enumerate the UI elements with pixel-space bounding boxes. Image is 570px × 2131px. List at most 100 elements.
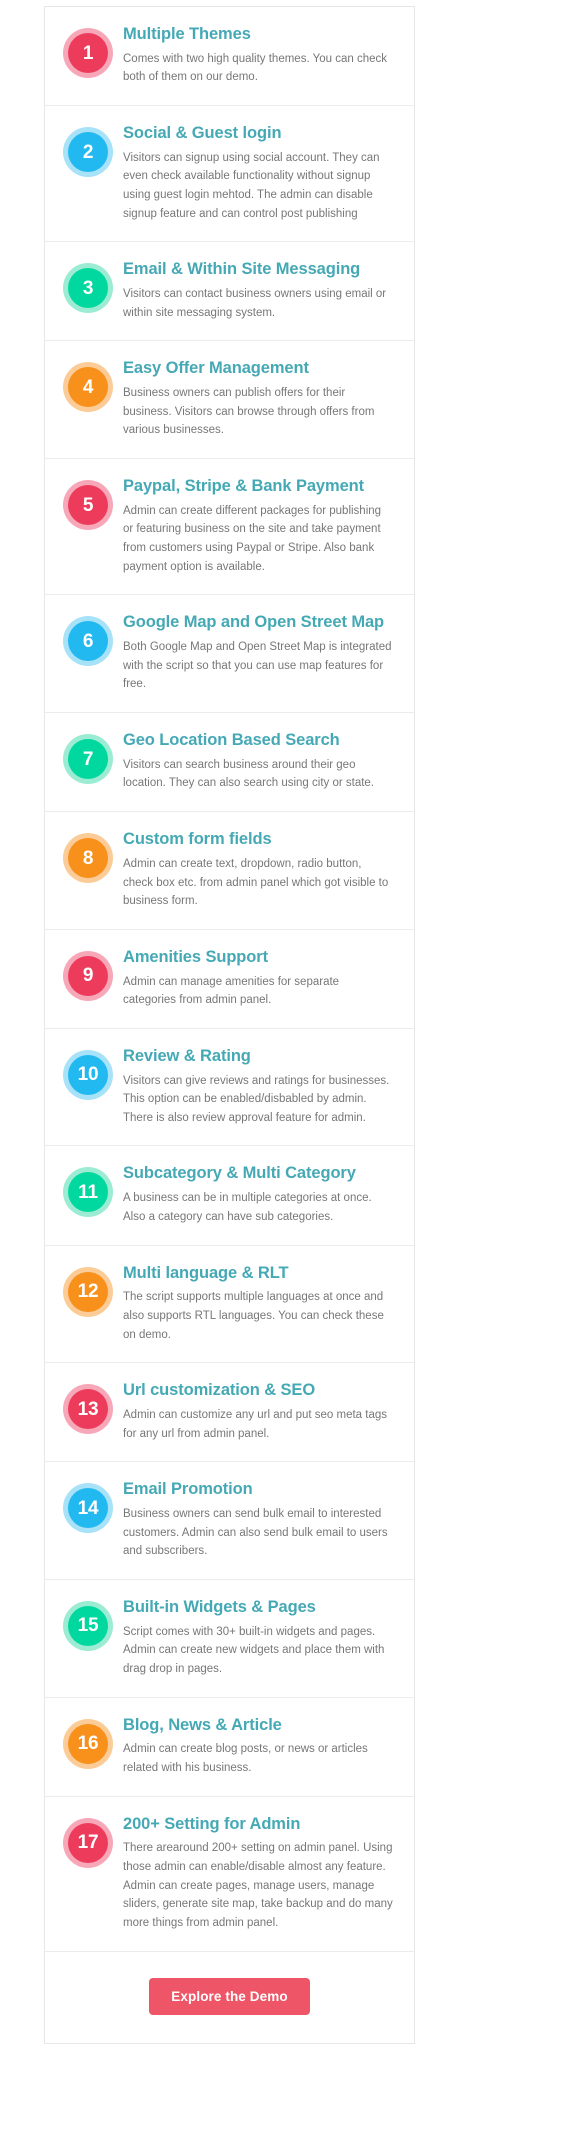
feature-title: Built-in Widgets & Pages bbox=[123, 1597, 316, 1616]
feature-description: Admin can customize any url and put seo … bbox=[123, 1408, 388, 1440]
feature-number-badge: 5 bbox=[68, 485, 108, 526]
feature-row: 3 Email & Within Site Messaging Visitors c… bbox=[45, 242, 414, 342]
feature-title: Amenities Support bbox=[123, 947, 268, 966]
feature-row: 10 Review & Rating Visitors can give revie… bbox=[45, 1028, 414, 1147]
feature-body: Subcategory & Multi Category A business c… bbox=[119, 1164, 400, 1226]
feature-title: Custom form fields bbox=[123, 830, 272, 849]
feature-title: Google Map and Open Street Map bbox=[123, 613, 385, 632]
feature-number-badge: 4 bbox=[68, 367, 108, 408]
feature-body: Email Promotion Business owners can send … bbox=[119, 1480, 400, 1561]
feature-body: Built-in Widgets & Pages Script comes wit… bbox=[119, 1598, 400, 1679]
feature-row: 17 200+ Setting for Admin There arearound … bbox=[45, 1796, 414, 1952]
feature-body: Custom form fields Admin can create text,… bbox=[119, 830, 400, 911]
feature-body: Multi language & RLT The script supports … bbox=[119, 1264, 400, 1345]
feature-description: Visitors can search business around thei… bbox=[123, 758, 375, 790]
feature-body: 200+ Setting for Admin There arearound 20… bbox=[119, 1815, 400, 1933]
feature-number-badge: 3 bbox=[68, 268, 108, 309]
feature-number-badge: 17 bbox=[68, 1822, 108, 1863]
feature-row: 12 Multi language & RLT The script support… bbox=[45, 1245, 414, 1364]
feature-description: Script comes with 30+ built-in widgets a… bbox=[123, 1625, 385, 1675]
feature-row: 14 Email Promotion Business owners can sen… bbox=[45, 1462, 414, 1580]
feature-body: Paypal, Stripe & Bank Payment Admin can c… bbox=[119, 477, 400, 576]
feature-body: Geo Location Based Search Visitors can se… bbox=[119, 731, 400, 793]
feature-number-badge: 13 bbox=[68, 1389, 108, 1430]
feature-body: Social & Guest login Visitors can signup … bbox=[119, 124, 400, 223]
feature-number-badge-wrap: 12 bbox=[57, 1264, 119, 1312]
feature-title: Multiple Themes bbox=[123, 25, 251, 43]
feature-body: Amenities Support Admin can manage amenit… bbox=[119, 948, 400, 1010]
explore-demo-button[interactable]: Explore the Demo bbox=[149, 1977, 310, 2015]
feature-number-badge-wrap: 14 bbox=[57, 1480, 119, 1529]
feature-title: Paypal, Stripe & Bank Payment bbox=[123, 477, 365, 496]
feature-number-badge: 1 bbox=[68, 33, 108, 73]
feature-title: Url customization & SEO bbox=[123, 1381, 316, 1400]
feature-title: Easy Offer Management bbox=[123, 359, 309, 378]
page-root: 1 Multiple Themes Comes with two high qual… bbox=[0, 0, 570, 2131]
feature-row: 16 Blog, News & Article Admin can create b… bbox=[45, 1697, 414, 1797]
feature-number-badge-wrap: 16 bbox=[57, 1716, 119, 1764]
feature-description: Admin can create blog posts, or news or … bbox=[123, 1743, 368, 1774]
feature-description: The script supports multiple languages a… bbox=[123, 1291, 384, 1341]
feature-title: Review & Rating bbox=[123, 1046, 251, 1065]
feature-description: There arearound 200+ setting on admin pa… bbox=[123, 1842, 393, 1929]
feature-number-badge-wrap: 4 bbox=[57, 359, 119, 408]
feature-number-badge-wrap: 5 bbox=[57, 477, 119, 526]
feature-number-badge-wrap: 3 bbox=[57, 260, 119, 309]
feature-number-badge: 7 bbox=[68, 739, 108, 780]
feature-description: Visitors can give reviews and ratings fo… bbox=[123, 1074, 390, 1124]
feature-description: A business can be in multiple categories… bbox=[123, 1192, 372, 1223]
feature-number-badge: 15 bbox=[68, 1605, 108, 1646]
feature-body: Email & Within Site Messaging Visitors ca… bbox=[119, 260, 400, 322]
feature-number-badge-wrap: 13 bbox=[57, 1381, 119, 1430]
feature-number-badge-wrap: 7 bbox=[57, 731, 119, 780]
feature-title: Email Promotion bbox=[123, 1480, 253, 1499]
feature-number-badge: 12 bbox=[68, 1271, 108, 1312]
feature-number-badge-wrap: 6 bbox=[57, 613, 119, 662]
feature-number-badge: 16 bbox=[68, 1723, 108, 1764]
feature-body: Multiple Themes Comes with two high quali… bbox=[119, 25, 400, 87]
feature-rows-container: 1 Multiple Themes Comes with two high qual… bbox=[45, 7, 414, 1952]
feature-row: 4 Easy Offer Management Business owners ca… bbox=[45, 341, 414, 460]
feature-row: 13 Url customization & SEO Admin can custo… bbox=[45, 1363, 414, 1463]
feature-title: Blog, News & Article bbox=[123, 1715, 282, 1734]
feature-list-panel: 1 Multiple Themes Comes with two high qual… bbox=[44, 6, 415, 2044]
feature-title: 200+ Setting for Admin bbox=[123, 1814, 301, 1833]
cta-row: Explore the Demo bbox=[45, 1951, 414, 2043]
feature-body: Url customization & SEO Admin can customi… bbox=[119, 1381, 400, 1443]
feature-number-badge-wrap: 9 bbox=[57, 948, 119, 996]
feature-row: 6 Google Map and Open Street Map Both Goog… bbox=[45, 595, 414, 714]
feature-description: Admin can manage amenities for separate … bbox=[123, 975, 340, 1007]
feature-number-badge: 8 bbox=[68, 838, 108, 879]
feature-description: Comes with two high quality themes. You … bbox=[123, 52, 388, 84]
feature-row: 11 Subcategory & Multi Category A business… bbox=[45, 1146, 414, 1246]
feature-number-badge-wrap: 11 bbox=[57, 1164, 119, 1213]
feature-title: Email & Within Site Messaging bbox=[123, 260, 361, 279]
feature-title: Geo Location Based Search bbox=[123, 731, 340, 750]
feature-number-badge-wrap: 17 bbox=[57, 1815, 119, 1863]
feature-number-badge: 2 bbox=[68, 132, 108, 173]
feature-number-badge: 14 bbox=[68, 1488, 108, 1529]
feature-number-badge: 11 bbox=[68, 1172, 108, 1213]
feature-number-badge: 9 bbox=[68, 955, 108, 996]
feature-title: Multi language & RLT bbox=[123, 1263, 289, 1282]
feature-title: Subcategory & Multi Category bbox=[123, 1164, 356, 1183]
feature-row: 1 Multiple Themes Comes with two high qual… bbox=[45, 7, 414, 107]
feature-description: Admin can create text, dropdown, radio b… bbox=[123, 857, 389, 908]
feature-body: Google Map and Open Street Map Both Googl… bbox=[119, 613, 400, 694]
feature-number-badge: 6 bbox=[68, 621, 108, 662]
feature-number-badge: 10 bbox=[68, 1054, 108, 1095]
feature-description: Visitors can contact business owners usi… bbox=[123, 288, 387, 319]
feature-body: Review & Rating Visitors can give reviews… bbox=[119, 1047, 400, 1128]
feature-body: Blog, News & Article Admin can create blo… bbox=[119, 1716, 400, 1778]
feature-body: Easy Offer Management Business owners can… bbox=[119, 359, 400, 440]
feature-number-badge-wrap: 8 bbox=[57, 830, 119, 879]
feature-description: Admin can create different packages for … bbox=[123, 504, 382, 573]
feature-description: Business owners can publish offers for t… bbox=[123, 387, 375, 437]
feature-row: 7 Geo Location Based Search Visitors can s… bbox=[45, 713, 414, 813]
feature-description: Business owners can send bulk email to i… bbox=[123, 1508, 388, 1558]
feature-row: 8 Custom form fields Admin can create text… bbox=[45, 812, 414, 930]
feature-row: 9 Amenities Support Admin can manage ameni… bbox=[45, 929, 414, 1029]
feature-row: 5 Paypal, Stripe & Bank Payment Admin can … bbox=[45, 459, 414, 596]
feature-number-badge-wrap: 15 bbox=[57, 1598, 119, 1646]
feature-number-badge-wrap: 1 bbox=[57, 25, 119, 73]
